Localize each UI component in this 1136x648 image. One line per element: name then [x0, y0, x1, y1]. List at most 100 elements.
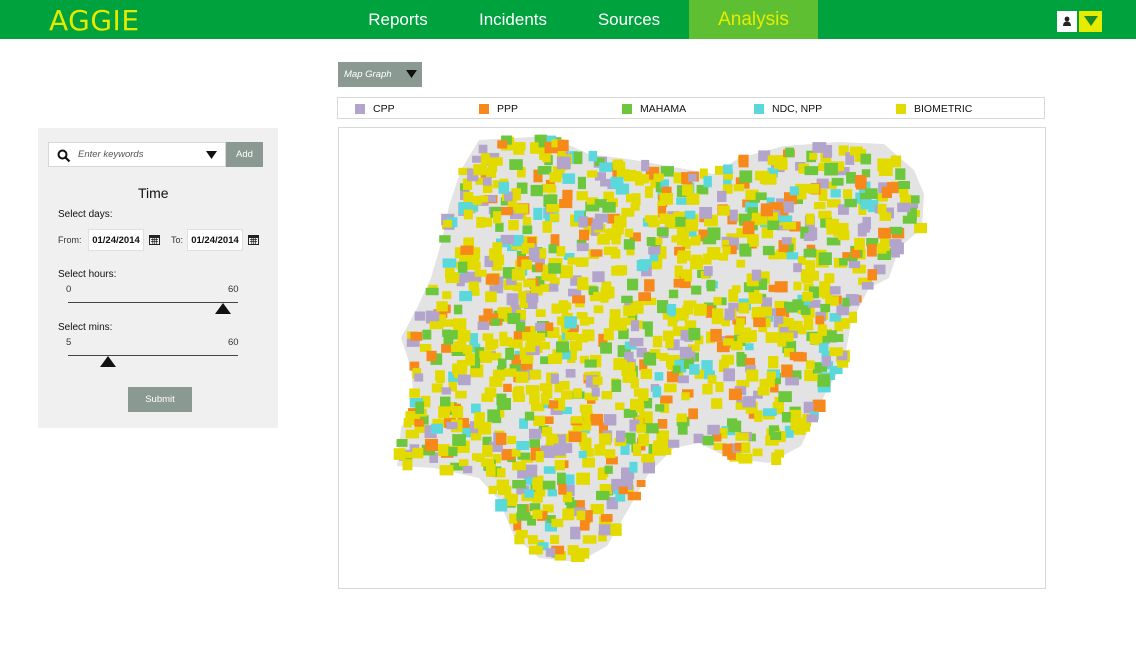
incident-marker[interactable] [594, 213, 609, 223]
incident-marker[interactable] [693, 433, 704, 444]
incident-marker[interactable] [867, 244, 877, 257]
incident-marker[interactable] [703, 266, 713, 276]
incident-marker[interactable] [776, 308, 786, 316]
incident-marker[interactable] [659, 213, 669, 224]
incident-marker[interactable] [745, 343, 754, 351]
incident-marker[interactable] [785, 147, 795, 158]
incident-marker[interactable] [629, 461, 638, 473]
incident-marker[interactable] [877, 203, 887, 215]
incident-marker[interactable] [768, 356, 779, 369]
incident-marker[interactable] [396, 439, 408, 447]
nigeria-incident-map[interactable] [339, 128, 1045, 588]
incident-marker[interactable] [482, 184, 493, 193]
incident-marker[interactable] [615, 402, 625, 411]
incident-marker[interactable] [659, 192, 674, 205]
nav-tab-incidents[interactable]: Incidents [458, 0, 568, 39]
incident-marker[interactable] [624, 351, 634, 360]
incident-marker[interactable] [746, 369, 759, 382]
incident-marker[interactable] [412, 447, 424, 459]
incident-marker[interactable] [707, 424, 720, 435]
incident-marker[interactable] [548, 354, 562, 364]
incident-marker[interactable] [465, 353, 475, 366]
incident-marker[interactable] [560, 380, 570, 390]
incident-marker[interactable] [825, 218, 839, 229]
incident-marker[interactable] [849, 294, 860, 306]
incident-marker[interactable] [548, 244, 557, 254]
incident-marker[interactable] [751, 307, 766, 320]
incident-marker[interactable] [600, 178, 612, 187]
incident-marker[interactable] [648, 246, 661, 255]
incident-marker[interactable] [562, 189, 573, 200]
incident-marker[interactable] [597, 233, 610, 245]
incident-marker[interactable] [638, 292, 651, 301]
incident-marker[interactable] [489, 248, 502, 261]
incident-marker[interactable] [671, 235, 685, 243]
incident-marker[interactable] [424, 438, 438, 452]
mins-slider-handle[interactable] [100, 356, 117, 367]
incident-marker[interactable] [688, 327, 701, 341]
incident-marker[interactable] [438, 444, 450, 457]
incident-marker[interactable] [558, 300, 569, 314]
incident-marker[interactable] [445, 272, 460, 284]
incident-marker[interactable] [793, 281, 802, 291]
incident-marker[interactable] [414, 311, 426, 321]
incident-marker[interactable] [593, 305, 604, 314]
incident-marker[interactable] [817, 374, 831, 387]
incident-marker[interactable] [543, 322, 554, 332]
legend-item-biometric[interactable]: BIOMETRIC [896, 103, 972, 115]
incident-marker[interactable] [848, 261, 861, 269]
nav-tab-reports[interactable]: Reports [343, 0, 453, 39]
incident-marker[interactable] [481, 393, 494, 402]
incident-marker[interactable] [505, 347, 515, 360]
incident-marker[interactable] [458, 261, 468, 273]
incident-marker[interactable] [579, 229, 590, 241]
incident-marker[interactable] [482, 177, 492, 186]
incident-marker[interactable] [604, 465, 613, 474]
incident-marker[interactable] [711, 398, 723, 409]
incident-marker[interactable] [548, 400, 559, 409]
incident-marker[interactable] [578, 450, 587, 459]
incident-marker[interactable] [860, 222, 870, 233]
incident-marker[interactable] [636, 480, 646, 487]
incident-marker[interactable] [439, 235, 451, 243]
incident-marker[interactable] [515, 529, 528, 539]
hours-slider-track[interactable] [68, 302, 238, 303]
incident-marker[interactable] [515, 371, 529, 383]
incident-marker[interactable] [818, 343, 829, 353]
incident-marker[interactable] [635, 177, 645, 186]
incident-marker[interactable] [635, 403, 645, 413]
incident-marker[interactable] [431, 383, 443, 393]
incident-marker[interactable] [527, 535, 538, 545]
incident-marker[interactable] [478, 144, 488, 154]
incident-marker[interactable] [762, 245, 775, 256]
incident-marker[interactable] [691, 285, 702, 295]
incident-marker[interactable] [739, 243, 750, 255]
incident-marker[interactable] [582, 535, 597, 544]
incident-marker[interactable] [861, 282, 874, 290]
incident-marker[interactable] [780, 332, 794, 342]
incident-marker[interactable] [686, 193, 700, 205]
incident-marker[interactable] [524, 411, 535, 421]
incident-marker[interactable] [442, 258, 457, 268]
incident-marker[interactable] [476, 216, 485, 228]
incident-marker[interactable] [914, 222, 927, 234]
incident-marker[interactable] [513, 143, 525, 155]
incident-marker[interactable] [508, 339, 523, 349]
incident-marker[interactable] [610, 176, 624, 189]
incident-marker[interactable] [509, 513, 518, 524]
incident-marker[interactable] [644, 326, 653, 337]
incident-marker[interactable] [551, 518, 564, 528]
incident-marker[interactable] [655, 404, 665, 412]
incident-marker[interactable] [487, 409, 501, 422]
incident-marker[interactable] [752, 448, 763, 457]
incident-marker[interactable] [735, 432, 749, 441]
incident-marker[interactable] [554, 460, 565, 471]
incident-marker[interactable] [838, 222, 849, 233]
incident-marker[interactable] [480, 153, 490, 165]
incident-marker[interactable] [582, 457, 595, 468]
incident-marker[interactable] [498, 181, 510, 194]
incident-marker[interactable] [441, 343, 451, 353]
incident-marker[interactable] [840, 318, 850, 329]
incident-marker[interactable] [820, 303, 831, 313]
incident-marker[interactable] [805, 260, 816, 272]
